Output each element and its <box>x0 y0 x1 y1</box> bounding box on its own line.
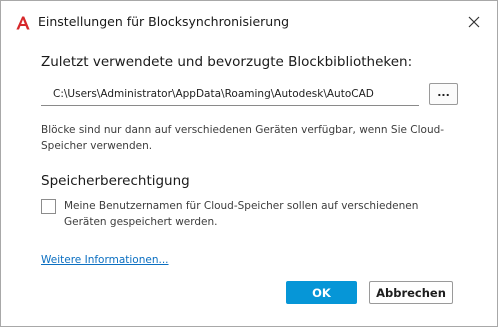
cloud-storage-info: Blöcke sind nur dann auf verschiedenen G… <box>41 124 445 152</box>
library-heading: Zuletzt verwendete und bevorzugte Blockb… <box>41 54 413 70</box>
block-sync-settings-dialog: Einstellungen für Blocksynchronisierung … <box>0 0 498 327</box>
permission-heading: Speicherberechtigung <box>41 173 190 189</box>
autocad-a-icon <box>16 15 30 30</box>
ok-button[interactable]: OK <box>286 281 357 304</box>
library-path-field[interactable] <box>41 82 419 106</box>
close-icon <box>468 16 480 28</box>
cancel-button[interactable]: Abbrechen <box>369 281 453 304</box>
window-title: Einstellungen für Blocksynchronisierung <box>38 14 290 29</box>
save-usernames-checkbox[interactable] <box>41 199 56 214</box>
more-info-link[interactable]: Weitere Informationen... <box>41 254 169 266</box>
close-button[interactable] <box>463 11 485 33</box>
save-usernames-label[interactable]: Meine Benutzernamen für Cloud-Speicher s… <box>64 198 464 230</box>
browse-button[interactable]: ... <box>429 83 458 105</box>
title-bar: Einstellungen für Blocksynchronisierung <box>1 1 497 43</box>
